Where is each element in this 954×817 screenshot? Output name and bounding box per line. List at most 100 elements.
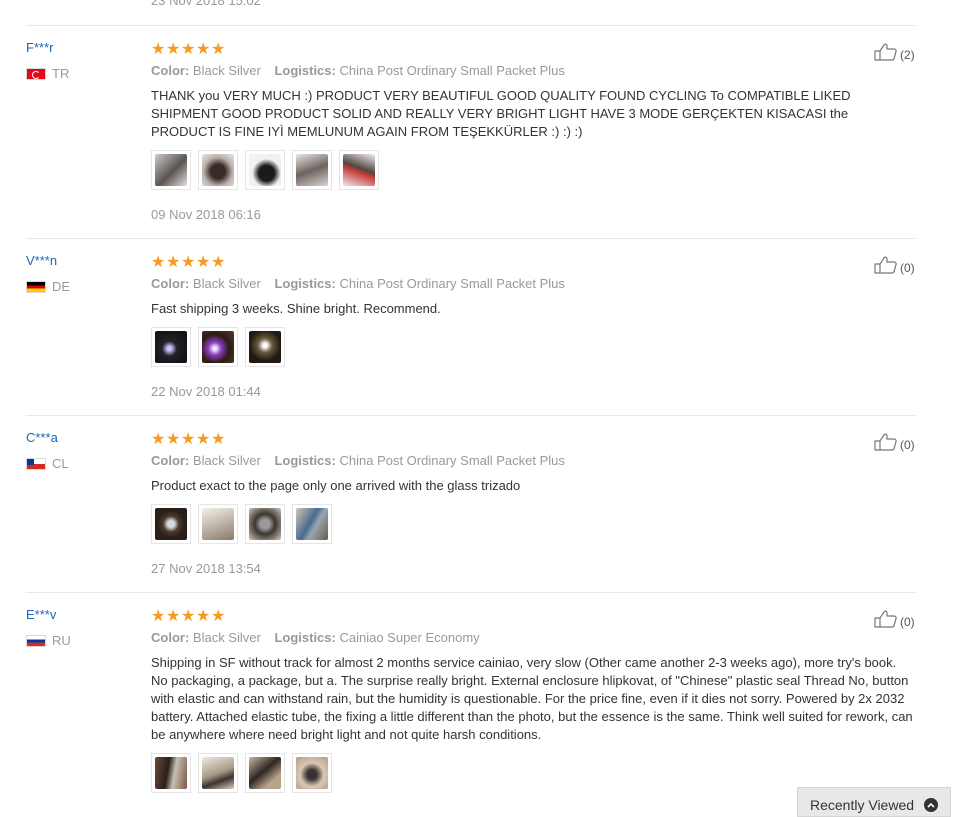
review-text: Shipping in SF without track for almost … <box>151 655 913 742</box>
review-photo-thumbnail[interactable] <box>245 150 285 190</box>
star-icon: ★ <box>181 252 196 271</box>
star-icon: ★ <box>211 429 226 448</box>
review-date: 27 Nov 2018 13:54 <box>151 561 261 576</box>
review-photo-thumbnail[interactable] <box>292 150 332 190</box>
helpful-count: (0) <box>900 260 915 275</box>
color-label: Color: <box>151 63 190 78</box>
star-icon: ★ <box>151 39 166 58</box>
star-icon: ★ <box>166 39 181 58</box>
order-info: Color: Black Silver Logistics: China Pos… <box>151 276 575 292</box>
star-icon: ★ <box>166 606 181 625</box>
review-photo-thumbnail[interactable] <box>198 753 238 793</box>
country-code: CL <box>52 456 69 471</box>
helpful-button[interactable]: (0) <box>874 256 915 279</box>
review-photo-thumbnail[interactable] <box>245 753 285 793</box>
reviewer-name: C***a <box>26 430 58 445</box>
feedback-list: 23 Nov 2018 15:02 F***r TR ★ ★ ★ ★ ★ Color: … <box>0 0 954 809</box>
star-icon: ★ <box>211 252 226 271</box>
review-photos <box>151 753 339 793</box>
star-icon: ★ <box>166 429 181 448</box>
order-info: Color: Black Silver Logistics: China Pos… <box>151 453 575 469</box>
color-value: Black Silver <box>192 630 261 645</box>
logistics-label: Logistics: <box>274 630 336 645</box>
logistics-value: Cainiao Super Economy <box>339 630 480 645</box>
review-photos <box>151 150 386 190</box>
logistics-value: China Post Ordinary Small Packet Plus <box>339 453 565 468</box>
logistics-value: China Post Ordinary Small Packet Plus <box>339 63 565 78</box>
star-icon: ★ <box>196 39 211 58</box>
star-rating: ★ ★ ★ ★ ★ <box>151 608 226 624</box>
review-photo-thumbnail[interactable] <box>151 504 191 544</box>
star-icon: ★ <box>211 606 226 625</box>
divider <box>26 25 916 26</box>
review-text: THANK you VERY MUCH :) PRODUCT VERY BEAU… <box>151 88 851 139</box>
review-text: Product exact to the page only one arriv… <box>151 478 521 493</box>
review-photo-thumbnail[interactable] <box>245 327 285 367</box>
star-icon: ★ <box>211 39 226 58</box>
review-photo-thumbnail[interactable] <box>198 327 238 367</box>
review-photo-thumbnail[interactable] <box>151 150 191 190</box>
helpful-count: (0) <box>900 614 915 629</box>
recently-viewed-tab[interactable]: Recently Viewed <box>797 787 951 817</box>
review-photos <box>151 327 292 367</box>
country-code: RU <box>52 633 71 648</box>
logistics-label: Logistics: <box>274 63 336 78</box>
star-icon: ★ <box>181 429 196 448</box>
helpful-button[interactable]: (2) <box>874 43 915 66</box>
reviewer-country: CL <box>26 456 69 471</box>
review-photo-thumbnail[interactable] <box>245 504 285 544</box>
reviewer-name: F***r <box>26 40 54 55</box>
reviewer-name: V***n <box>26 253 58 268</box>
thumbs-up-icon <box>874 256 898 279</box>
review-text: Fast shipping 3 weeks. Shine bright. Rec… <box>151 301 441 316</box>
review-photo-thumbnail[interactable] <box>151 753 191 793</box>
review-photos <box>151 504 339 544</box>
country-code: DE <box>52 279 71 294</box>
review-photo-thumbnail[interactable] <box>198 504 238 544</box>
logistics-label: Logistics: <box>274 276 336 291</box>
reviewer-country: DE <box>26 279 70 294</box>
star-icon: ★ <box>151 606 166 625</box>
review-date: 09 Nov 2018 06:16 <box>151 207 261 222</box>
helpful-button[interactable]: (0) <box>874 433 915 456</box>
order-info: Color: Black Silver Logistics: Cainiao S… <box>151 630 490 646</box>
chile-flag-icon <box>26 457 46 470</box>
review-photo-thumbnail[interactable] <box>151 327 191 367</box>
color-label: Color: <box>151 453 190 468</box>
star-icon: ★ <box>166 252 181 271</box>
review-date: 22 Nov 2018 01:44 <box>151 384 261 399</box>
star-icon: ★ <box>181 39 196 58</box>
star-icon: ★ <box>151 252 166 271</box>
star-icon: ★ <box>181 606 196 625</box>
review-photo-thumbnail[interactable] <box>339 150 379 190</box>
russia-flag-icon <box>26 634 46 647</box>
star-rating: ★ ★ ★ ★ ★ <box>151 41 226 57</box>
divider <box>26 415 916 416</box>
color-value: Black Silver <box>192 63 261 78</box>
star-icon: ★ <box>196 429 211 448</box>
review-photo-thumbnail[interactable] <box>292 504 332 544</box>
review-photo-thumbnail[interactable] <box>292 753 332 793</box>
review-date: 23 Nov 2018 15:02 <box>151 0 261 8</box>
star-rating: ★ ★ ★ ★ ★ <box>151 254 226 270</box>
star-rating: ★ ★ ★ ★ ★ <box>151 431 226 447</box>
divider <box>26 592 916 593</box>
helpful-count: (0) <box>900 437 915 452</box>
helpful-button[interactable]: (0) <box>874 610 915 633</box>
star-icon: ★ <box>196 252 211 271</box>
recently-viewed-label: Recently Viewed <box>810 797 915 813</box>
germany-flag-icon <box>26 280 46 293</box>
reviewer-name: E***v <box>26 607 57 622</box>
color-value: Black Silver <box>192 453 261 468</box>
logistics-label: Logistics: <box>274 453 336 468</box>
thumbs-up-icon <box>874 433 898 456</box>
country-code: TR <box>52 66 70 81</box>
order-info: Color: Black Silver Logistics: China Pos… <box>151 63 575 79</box>
thumbs-up-icon <box>874 610 898 633</box>
helpful-count: (2) <box>900 47 915 62</box>
review-photo-thumbnail[interactable] <box>198 150 238 190</box>
color-label: Color: <box>151 276 190 291</box>
color-value: Black Silver <box>192 276 261 291</box>
reviewer-country: TR <box>26 66 69 81</box>
logistics-value: China Post Ordinary Small Packet Plus <box>339 276 565 291</box>
